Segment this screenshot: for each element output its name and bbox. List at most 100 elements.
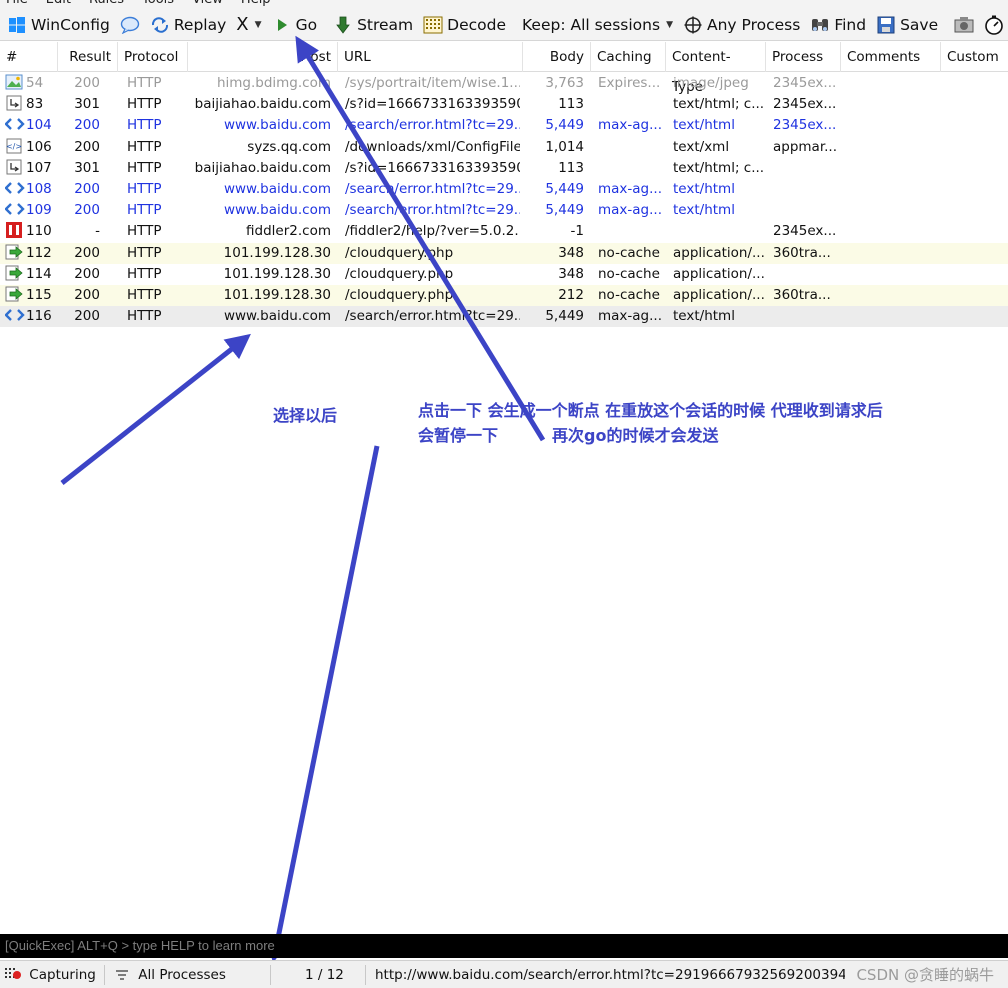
cell-process: 2345ex... bbox=[773, 75, 837, 91]
column-header-custom[interactable]: Custom bbox=[941, 42, 1008, 72]
keep-sessions-dropdown[interactable]: Keep: All sessions ▼ bbox=[517, 12, 678, 38]
session-row[interactable]: 112 200 HTTP 101.199.128.30/cloudquery.php 3… bbox=[0, 242, 1008, 264]
session-id: 54 bbox=[26, 75, 44, 91]
menu-view[interactable]: View bbox=[192, 0, 223, 9]
replay-label: Replay bbox=[173, 15, 227, 34]
session-row[interactable]: 115 200 HTTP 101.199.128.30/cloudquery.php 2… bbox=[0, 284, 1008, 307]
annotation-select-text: 选择以后 bbox=[273, 406, 338, 425]
save-button[interactable]: Save bbox=[871, 12, 943, 38]
session-row[interactable]: 104 200 HTTP www.baidu.com/search/error.htm… bbox=[0, 115, 1008, 136]
chevron-down-icon: ▼ bbox=[254, 19, 262, 30]
session-list-header: # Result Protocol Host URL Body Caching … bbox=[0, 42, 1008, 95]
session-row[interactable]: 114 200 HTTP 101.199.128.30/cloudquery.php 3… bbox=[0, 264, 1008, 285]
menu-tools[interactable]: Tools bbox=[142, 0, 174, 9]
session-row[interactable]: 116 200 HTTP www.baidu.com/search/error.htm… bbox=[0, 306, 1008, 328]
session-row[interactable]: 109 200 HTTP www.baidu.com/search/error.htm… bbox=[0, 200, 1008, 221]
column-header-body[interactable]: Body bbox=[523, 42, 591, 72]
session-row[interactable]: 108 200 HTTP www.baidu.com/search/error.htm… bbox=[0, 179, 1008, 200]
cell-protocol: HTTP bbox=[127, 202, 162, 219]
cell-id: 109 bbox=[5, 200, 58, 221]
session-id: 116 bbox=[26, 308, 52, 325]
column-header-result[interactable]: Result bbox=[58, 42, 118, 72]
cell-body: 5,449 bbox=[545, 202, 584, 219]
cell-protocol: HTTP bbox=[127, 265, 162, 282]
decode-button[interactable]: Decode bbox=[418, 12, 511, 38]
session-row[interactable]: 110 - HTTP fiddler2.com/fiddler2/help/?ver=… bbox=[0, 221, 1008, 242]
go-button[interactable]: Go bbox=[267, 12, 323, 38]
find-button[interactable]: Find bbox=[805, 12, 871, 38]
cell-result: 200 bbox=[74, 265, 100, 282]
session-row[interactable]: 54 200 HTTP himg.bdimg.com/sys/portrait/ite… bbox=[0, 73, 1008, 94]
session-row[interactable]: </> 106 200 HTTP syzs.qq.com/downloads/xml/C… bbox=[0, 137, 1008, 158]
cell-process bbox=[773, 306, 839, 327]
cell-host: syzs.qq.com bbox=[247, 138, 331, 155]
remove-button[interactable]: X ▼ bbox=[231, 12, 266, 38]
replay-button[interactable]: Replay bbox=[145, 12, 231, 38]
column-header-host[interactable]: Host bbox=[188, 42, 338, 72]
comment-button[interactable] bbox=[115, 12, 145, 38]
cell-process: 2345ex... bbox=[773, 223, 837, 240]
cell-ctype bbox=[673, 221, 765, 242]
session-row[interactable]: 83 301 HTTP baijiahao.baidu.com/s?id=166673… bbox=[0, 94, 1008, 115]
cell-result: 200 bbox=[74, 180, 100, 197]
cell-body: 113 bbox=[558, 96, 584, 113]
cell-process bbox=[773, 179, 839, 200]
cell-protocol: HTTP bbox=[127, 244, 162, 261]
cell-result: 200 bbox=[74, 75, 100, 91]
windows-icon bbox=[7, 15, 27, 35]
menu-file[interactable]: File bbox=[6, 0, 28, 9]
session-list: 54 200 HTTP himg.bdimg.com/sys/portrait/ite… bbox=[0, 73, 1008, 328]
column-header-id[interactable]: # bbox=[0, 42, 58, 72]
cell-process: 360tra... bbox=[773, 286, 831, 303]
xml-icon: </> bbox=[5, 138, 23, 154]
process-filter[interactable]: All Processes bbox=[115, 961, 226, 988]
screenshot-button[interactable] bbox=[949, 12, 979, 38]
replay-icon bbox=[150, 15, 170, 35]
column-header-url[interactable]: URL bbox=[338, 42, 523, 72]
post-icon bbox=[5, 244, 23, 260]
cell-protocol: HTTP bbox=[127, 138, 162, 155]
stream-icon bbox=[333, 15, 353, 35]
menu-edit[interactable]: Edit bbox=[46, 0, 71, 9]
timer-button[interactable] bbox=[979, 12, 1008, 38]
remove-icon: X bbox=[236, 14, 249, 35]
column-header-comments[interactable]: Comments bbox=[841, 42, 941, 72]
cell-result: 200 bbox=[74, 117, 100, 134]
cell-host: www.baidu.com bbox=[223, 308, 331, 325]
arrow-to-session-116 bbox=[60, 333, 251, 485]
cell-url: /search/error.html?tc=29... bbox=[345, 117, 520, 134]
cell-id: 110 bbox=[5, 221, 58, 242]
cell-caching: max-ag... bbox=[598, 202, 662, 219]
cell-caching: max-ag... bbox=[598, 308, 662, 325]
quickexec-input[interactable]: [QuickExec] ALT+Q > type HELP to learn m… bbox=[0, 934, 1008, 958]
column-header-protocol[interactable]: Protocol bbox=[118, 42, 188, 72]
html-icon bbox=[5, 180, 25, 196]
session-id: 104 bbox=[26, 117, 52, 134]
session-row[interactable]: 107 301 HTTP baijiahao.baidu.com/s?id=16667… bbox=[0, 158, 1008, 179]
winconfig-label: WinConfig bbox=[31, 15, 110, 34]
cell-result: 200 bbox=[74, 202, 100, 219]
find-label: Find bbox=[834, 15, 867, 34]
cell-id: 115 bbox=[5, 285, 58, 306]
cell-id: 54 bbox=[5, 73, 58, 94]
winconfig-button[interactable]: WinConfig bbox=[2, 12, 115, 38]
capturing-toggle[interactable]: Capturing bbox=[4, 961, 96, 988]
cell-caching bbox=[598, 221, 664, 242]
redirect-icon bbox=[5, 95, 23, 111]
stream-button[interactable]: Stream bbox=[328, 12, 418, 38]
cell-id: 114 bbox=[5, 264, 58, 285]
post-icon bbox=[5, 286, 23, 302]
cell-body: 348 bbox=[558, 244, 584, 261]
cell-protocol: HTTP bbox=[127, 180, 162, 197]
cell-caching: max-ag... bbox=[598, 117, 662, 134]
column-header-content-type[interactable]: Content-Type bbox=[666, 42, 766, 95]
menu-help[interactable]: Help bbox=[241, 0, 271, 9]
any-process-button[interactable]: Any Process bbox=[678, 12, 805, 38]
cell-caching bbox=[598, 137, 664, 158]
menu-rules[interactable]: Rules bbox=[89, 0, 124, 9]
column-header-caching[interactable]: Caching bbox=[591, 42, 666, 72]
column-header-process[interactable]: Process bbox=[766, 42, 841, 72]
session-id: 110 bbox=[26, 223, 52, 240]
cell-caching: no-cache bbox=[598, 244, 660, 261]
cell-process: 2345ex... bbox=[773, 117, 837, 134]
